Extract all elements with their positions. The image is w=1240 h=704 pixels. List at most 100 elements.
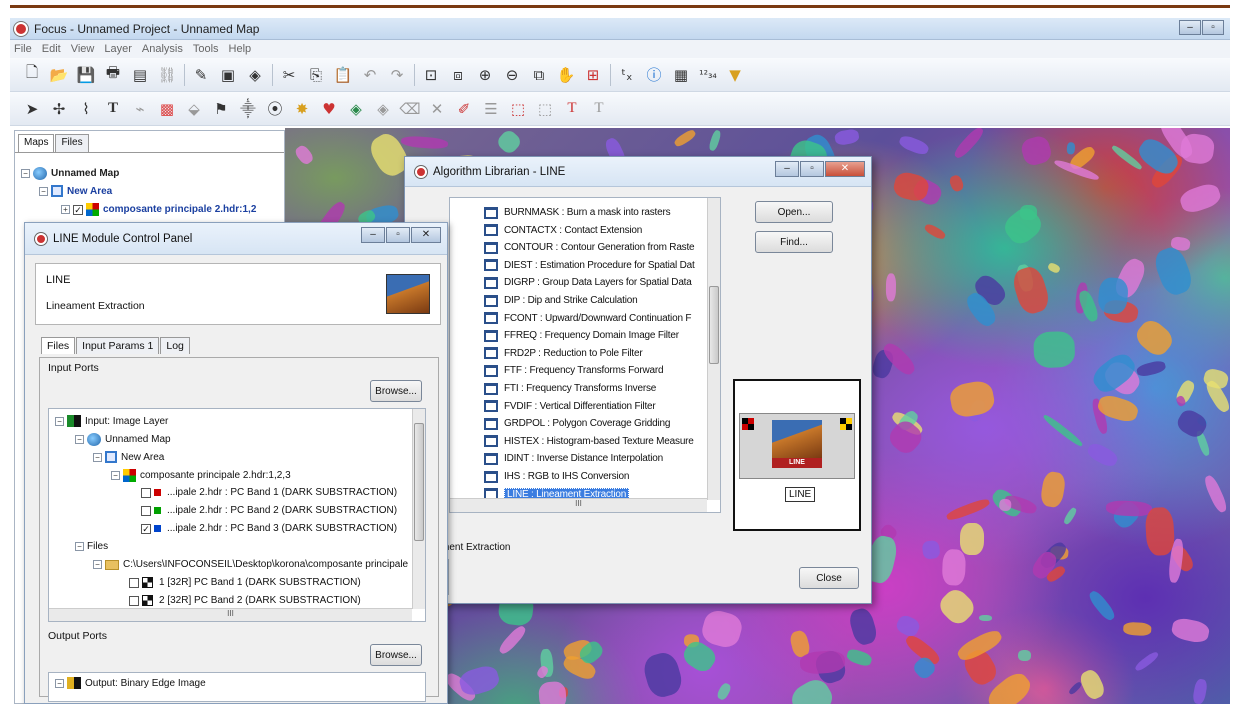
input-tree-scrollbar[interactable] — [412, 409, 425, 609]
menu-layer[interactable]: Layer — [104, 43, 132, 55]
eraser-icon[interactable]: ⌫ — [399, 99, 420, 119]
algorithm-list-item[interactable]: IDINT : Inverse Distance Interpolation — [484, 450, 663, 467]
menu-tools[interactable]: Tools — [193, 43, 219, 55]
link-icon[interactable]: ⛓ — [157, 65, 177, 85]
line-color-icon[interactable]: ✐ — [454, 99, 474, 119]
input-tree-hscrollbar[interactable]: III — [49, 608, 412, 621]
edit-pencil-icon[interactable]: ✎ — [191, 65, 211, 85]
collapse-toggle[interactable]: − — [111, 471, 120, 480]
menu-view[interactable]: View — [71, 43, 95, 55]
algorithm-list-item[interactable]: DIEST : Estimation Procedure for Spatial… — [484, 257, 695, 274]
algorithm-list-item[interactable]: GRDPOL : Polygon Coverage Gridding — [484, 415, 670, 432]
file-row[interactable]: 1 [32R] PC Band 1 (DARK SUBSTRACTION) — [129, 577, 361, 588]
algorithm-list-scrollbar[interactable] — [707, 198, 720, 500]
collapse-toggle[interactable]: − — [55, 678, 64, 688]
menu-file[interactable]: File — [14, 43, 32, 55]
algorithm-list-item[interactable]: DIP : Dip and Strike Calculation — [484, 292, 638, 309]
zoom-window-icon[interactable]: ⧈ — [448, 65, 468, 85]
new-file-icon[interactable]: 🗋 — [22, 63, 42, 85]
find-button[interactable]: Find... — [755, 231, 833, 253]
band-row[interactable]: ...ipale 2.hdr : PC Band 2 (DARK SUBSTRA… — [141, 505, 397, 516]
window-icon[interactable]: ▣ — [218, 65, 238, 85]
algorithm-list-item[interactable]: FCONT : Upward/Downward Continuation F — [484, 310, 691, 327]
print-icon[interactable]: 🖶 — [103, 63, 123, 85]
tree-row-files[interactable]: − Files — [75, 541, 108, 552]
close-button[interactable]: Close — [799, 567, 859, 589]
redo-icon[interactable]: ↷ — [387, 65, 407, 85]
tree-row-folder[interactable]: − C:\Users\INFOCONSEIL\Desktop\korona\co… — [93, 559, 408, 570]
numeric-values-icon[interactable]: ¹²₃₄ — [698, 65, 718, 85]
band-row[interactable]: ...ipale 2.hdr : PC Band 1 (DARK SUBSTRA… — [141, 487, 397, 498]
band-row[interactable]: ✓ ...ipale 2.hdr : PC Band 3 (DARK SUBSTR… — [141, 523, 397, 534]
tree-row-area[interactable]: − New Area — [39, 185, 112, 197]
font-style-icon[interactable]: T — [589, 99, 609, 119]
output-ports-tree[interactable]: − Output: Binary Edge Image — [48, 672, 426, 702]
tab-files[interactable]: Files — [41, 337, 76, 354]
input-browse-button[interactable]: Browse... — [370, 380, 422, 402]
input-ports-tree[interactable]: − Input: Image Layer − Unnamed Map − New… — [48, 408, 426, 622]
algorithm-list-item[interactable]: FTI : Frequency Transforms Inverse — [484, 380, 656, 397]
scroll-thumb[interactable] — [709, 286, 719, 364]
line-style-icon[interactable]: ☰ — [481, 99, 501, 119]
collapse-toggle[interactable]: − — [75, 542, 84, 551]
app-minimize-button[interactable]: – — [1179, 20, 1201, 35]
tree-row-map[interactable]: − Unnamed Map — [75, 433, 171, 446]
menu-analysis[interactable]: Analysis — [142, 43, 183, 55]
layer-visibility-checkbox[interactable]: ✓ — [73, 204, 83, 215]
menu-help[interactable]: Help — [229, 43, 252, 55]
maximize-button[interactable]: ▫ — [800, 161, 824, 177]
tab-log[interactable]: Log — [160, 337, 190, 354]
layer-stack-grey-icon[interactable]: ◈ — [373, 99, 393, 119]
algorithm-list-item[interactable]: FVDIF : Vertical Differentiation Filter — [484, 398, 656, 415]
flag-icon[interactable]: ⚑ — [211, 99, 231, 119]
tree-row-map[interactable]: − Unnamed Map — [21, 167, 119, 180]
expand-toggle[interactable]: + — [61, 205, 70, 214]
tree-row-area[interactable]: − New Area — [93, 451, 164, 463]
collapse-toggle[interactable]: − — [93, 560, 102, 569]
open-folder-icon[interactable]: 📂 — [49, 65, 69, 85]
close-window-button[interactable]: ✕ — [825, 161, 865, 177]
file-checkbox[interactable] — [129, 595, 139, 606]
reshape-icon[interactable]: ⌁ — [130, 99, 150, 119]
undo-icon[interactable]: ↶ — [360, 65, 380, 85]
file-checkbox[interactable] — [129, 577, 139, 588]
cut-icon[interactable]: ✂ — [279, 65, 299, 85]
info-icon[interactable]: ⓘ — [644, 65, 664, 85]
maximize-button[interactable]: ▫ — [386, 227, 410, 243]
algorithm-list[interactable]: BURNMASK : Burn a mask into rasters CONTA… — [449, 197, 721, 513]
tab-files[interactable]: Files — [55, 134, 89, 152]
output-browse-button[interactable]: Browse... — [370, 644, 422, 666]
cross-tool-icon[interactable]: ✕ — [427, 99, 447, 119]
print-preview-icon[interactable]: ▤ — [130, 65, 150, 85]
fill-icon[interactable]: ⬙ — [184, 99, 204, 119]
algorithm-list-item[interactable]: DIGRP : Group Data Layers for Spatial Da… — [484, 274, 692, 291]
node-icon[interactable]: ⦿ — [265, 99, 285, 119]
band-checkbox[interactable] — [141, 487, 151, 498]
collapse-toggle[interactable]: − — [55, 416, 64, 426]
pin-icon[interactable]: ♥ — [319, 99, 339, 119]
select-arrow-icon[interactable]: ➤ — [22, 99, 42, 119]
band-checkbox[interactable]: ✓ — [141, 523, 151, 534]
histogram-icon[interactable]: ▼ — [725, 65, 745, 85]
layer-stack-icon[interactable]: ◈ — [346, 99, 366, 119]
tree-row-output[interactable]: − Output: Binary Edge Image — [55, 677, 206, 689]
collapse-toggle[interactable]: − — [75, 435, 84, 444]
algorithm-list-item[interactable]: CONTOUR : Contour Generation from Raste — [484, 239, 695, 256]
zoom-layer-icon[interactable]: ⧉ — [529, 65, 549, 85]
highlight-icon[interactable]: ✸ — [292, 99, 312, 119]
minimize-button[interactable]: – — [775, 161, 799, 177]
algorithm-list-item[interactable]: FRD2P : Reduction to Pole Filter — [484, 345, 643, 362]
tree-row-layer[interactable]: + ✓ composante principale 2.hdr:1,2 — [61, 203, 256, 216]
tab-input-params-1[interactable]: Input Params 1 — [76, 337, 160, 354]
tab-maps[interactable]: Maps — [18, 134, 55, 152]
algorithm-list-hscrollbar[interactable]: III — [450, 498, 707, 512]
save-icon[interactable]: 💾 — [76, 65, 96, 85]
tree-row-input[interactable]: − Input: Image Layer — [55, 415, 168, 427]
text-tool-icon[interactable]: T — [103, 99, 123, 119]
point-tool-icon[interactable]: ✢ — [49, 99, 69, 119]
copy-icon[interactable]: ⎘ — [306, 65, 326, 85]
menu-edit[interactable]: Edit — [42, 43, 61, 55]
scroll-thumb[interactable] — [414, 423, 424, 541]
zoom-extent-icon[interactable]: ⊡ — [421, 65, 441, 85]
vector-edit-icon[interactable]: ⸎ — [238, 99, 258, 119]
